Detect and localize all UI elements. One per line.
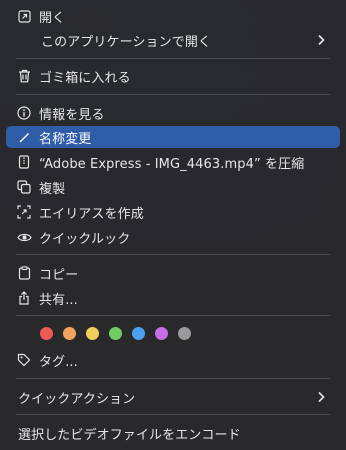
menu-separator (16, 315, 330, 316)
menu-item-quick-look[interactable]: クイックルック (6, 226, 340, 248)
chevron-right-icon (314, 390, 328, 404)
menu-item-label: タグ... (39, 354, 78, 370)
menu-item-label: エイリアスを作成 (39, 206, 144, 222)
tag-yellow-dot[interactable] (86, 327, 99, 340)
menu-item-label: クイックルック (39, 231, 131, 247)
menu-item-quick-actions[interactable]: クイックアクション (6, 386, 340, 408)
menu-item-make-alias[interactable]: エイリアスを作成 (6, 201, 340, 223)
menu-item-label: 共有... (39, 292, 78, 308)
menu-item-share[interactable]: 共有... (6, 287, 340, 309)
clipboard-icon (16, 265, 32, 281)
chevron-right-icon (314, 33, 328, 47)
eye-icon (16, 229, 32, 245)
open-arrow-icon (16, 8, 32, 24)
menu-separator (16, 58, 330, 59)
tag-green-dot[interactable] (109, 327, 122, 340)
menu-item-copy[interactable]: コピー (6, 262, 340, 284)
menu-item-open-with[interactable]: このアプリケーションで開く (6, 29, 340, 51)
menu-separator (16, 378, 330, 379)
pencil-icon (16, 129, 32, 145)
menu-item-encode-video[interactable]: 選択したビデオファイルをエンコード (6, 422, 340, 444)
menu-separator (16, 94, 330, 95)
menu-item-label: このアプリケーションで開く (41, 34, 212, 50)
tag-blue-dot[interactable] (132, 327, 145, 340)
trash-icon (16, 68, 32, 84)
tag-icon (16, 352, 32, 368)
menu-item-label: 複製 (39, 181, 66, 197)
menu-item-get-info[interactable]: 情報を見る (6, 102, 340, 124)
share-icon (16, 290, 32, 306)
menu-item-label: 名称変更 (39, 131, 92, 147)
tag-color-row (40, 327, 191, 341)
menu-item-label: コピー (39, 267, 79, 283)
tag-purple-dot[interactable] (155, 327, 168, 340)
alias-icon (16, 204, 32, 220)
menu-item-compress[interactable]: “Adobe Express - IMG_4463.mp4” を圧縮 (6, 151, 340, 173)
info-icon (16, 105, 32, 121)
menu-item-label: ゴミ箱に入れる (39, 70, 131, 86)
menu-item-duplicate[interactable]: 複製 (6, 176, 340, 198)
menu-item-move-to-trash[interactable]: ゴミ箱に入れる (6, 65, 340, 87)
menu-item-label: 情報を見る (39, 107, 105, 123)
menu-separator (16, 414, 330, 415)
tag-gray-dot[interactable] (178, 327, 191, 340)
menu-item-rename[interactable]: 名称変更 (6, 126, 340, 148)
archive-zipper-icon (16, 154, 32, 170)
menu-item-label: 開く (39, 10, 66, 26)
menu-item-label: “Adobe Express - IMG_4463.mp4” を圧縮 (39, 156, 305, 172)
menu-item-tags[interactable]: タグ... (6, 349, 340, 371)
duplicate-icon (16, 179, 32, 195)
menu-item-label: 選択したビデオファイルをエンコード (18, 427, 241, 443)
menu-separator (16, 254, 330, 255)
tag-orange-dot[interactable] (63, 327, 76, 340)
tag-red-dot[interactable] (40, 327, 53, 340)
menu-item-label: クイックアクション (18, 391, 136, 407)
menu-item-open[interactable]: 開く (6, 5, 340, 27)
context-menu: 開く このアプリケーションで開く ゴミ箱に入れる 情報を見る 名称変更 “Ado… (0, 0, 346, 450)
